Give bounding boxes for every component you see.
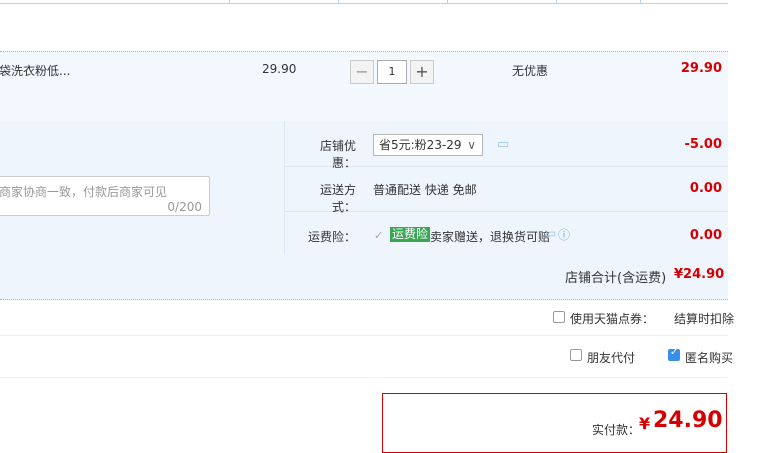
checked-icon: ✓: [374, 229, 384, 242]
message-counter: 0/200: [167, 200, 202, 214]
tmall-points-label: 使用天猫点券：: [570, 312, 655, 326]
shop-discount-select[interactable]: 省5元:粉23-29 ∨: [373, 134, 483, 156]
shop-total-label: 店铺合计(含运费): [565, 271, 667, 286]
shop-discount-amount: -5.00: [684, 137, 722, 152]
decrease-quantity-button[interactable]: −: [350, 60, 374, 84]
shipping-label: 运送方式：: [319, 183, 356, 214]
column-divider: [229, 0, 230, 4]
tmall-points-note: 结算时扣除: [674, 312, 735, 326]
increase-quantity-button[interactable]: +: [410, 60, 434, 84]
shipping-amount: 0.00: [689, 181, 722, 196]
chat-icon[interactable]: ▭: [497, 137, 509, 152]
payment-label: 实付款：: [592, 423, 641, 437]
plus-icon: +: [415, 62, 429, 81]
payment-currency: ¥: [639, 414, 651, 433]
item-discount: 无优惠: [512, 64, 549, 78]
help-icon[interactable]: ⓘ: [558, 226, 570, 243]
divider: [0, 377, 728, 378]
product-name-link[interactable]: 袋洗衣粉低...: [0, 62, 70, 79]
insurance-badge: 运费险: [390, 227, 431, 242]
friend-pay-checkbox[interactable]: [570, 349, 582, 361]
header-separator: [0, 3, 728, 4]
shop-discount-label: 店铺优惠：: [319, 139, 356, 170]
column-divider: [640, 0, 641, 4]
payment-summary-box: 实付款： ¥ 24.90: [382, 393, 727, 453]
unit-price: 29.90: [262, 62, 297, 76]
checkmark-icon: ✓: [670, 347, 679, 358]
column-divider: [338, 0, 339, 4]
tmall-points-checkbox[interactable]: [553, 311, 565, 323]
insurance-amount: 0.00: [689, 228, 722, 243]
chevron-down-icon: ∨: [467, 138, 476, 152]
insurance-text: 卖家赠送，退换货可赔: [430, 230, 551, 244]
message-placeholder: 商家协商一致，付款后商家可见: [0, 185, 168, 199]
quantity-input[interactable]: 1: [377, 60, 407, 84]
shop-discount-value: 省5元:粉23-29: [379, 138, 462, 152]
divider: [284, 121, 285, 255]
friend-pay-label: 朋友代付: [587, 351, 636, 365]
divider: [0, 335, 728, 336]
column-divider: [447, 0, 448, 4]
column-divider: [556, 0, 557, 4]
item-subtotal: 29.90: [680, 61, 722, 76]
shop-total-value: ¥24.90: [674, 267, 725, 282]
buyer-message-textarea[interactable]: 商家协商一致，付款后商家可见 0/200: [0, 176, 210, 216]
chat-icon[interactable]: ▭: [545, 226, 556, 240]
anonymous-checkbox[interactable]: ✓: [668, 347, 680, 361]
anonymous-label: 匿名购买: [685, 351, 734, 365]
payment-amount: 24.90: [653, 408, 723, 433]
minus-icon: −: [355, 62, 369, 81]
shipping-method: 普通配送 快递 免邮: [373, 183, 477, 197]
insurance-label: 运费险：: [307, 230, 356, 244]
